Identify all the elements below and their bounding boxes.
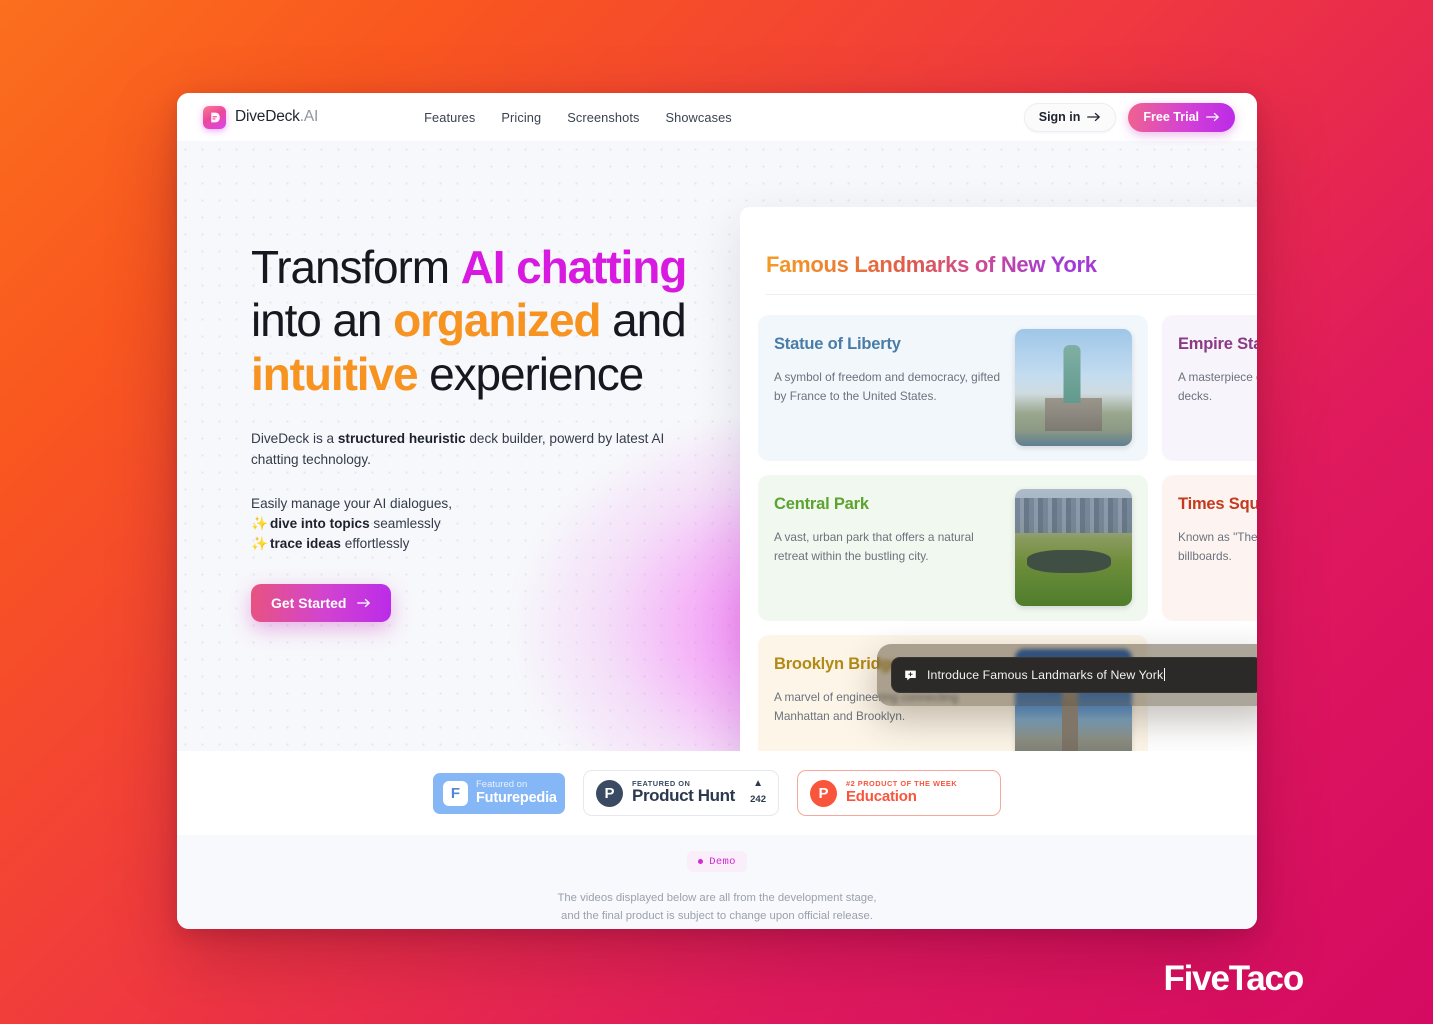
headline-line2-tail: and: [600, 294, 687, 347]
arrow-right-icon: [357, 598, 371, 607]
brand-name: DiveDeck.AI: [235, 108, 319, 125]
status-dot-icon: [698, 859, 704, 864]
nav-link-features[interactable]: Features: [424, 110, 475, 125]
headline-line2-plain: into an: [251, 294, 394, 347]
lead-part-a: DiveDeck is a: [251, 431, 338, 447]
get-started-label: Get Started: [271, 594, 347, 611]
product-hunt-logo-icon: P: [810, 779, 837, 807]
demo-section: Demo The videos displayed below are all …: [177, 835, 1257, 929]
sparkle-icon: ✨: [251, 535, 268, 551]
demo-note-line1: The videos displayed below are all from …: [557, 892, 877, 904]
bullet1-strong: dive into topics: [269, 516, 370, 532]
landmark-card[interactable]: Statue of Liberty A symbol of freedom an…: [758, 315, 1148, 461]
landmark-card[interactable]: Central Park A vast, urban park that off…: [758, 475, 1148, 621]
brand[interactable]: DiveDeck.AI: [203, 105, 319, 129]
product-hunt-big-label: Product Hunt: [632, 786, 735, 806]
sign-in-button[interactable]: Sign in: [1023, 102, 1117, 132]
card-description: Known as "The Crossroads of the World" f…: [1178, 530, 1257, 564]
badge-row: F Featured on Futurepedia P FEATURED ON …: [177, 751, 1257, 835]
text-caret: [1164, 668, 1166, 681]
navbar: DiveDeck.AI Features Pricing Screenshots…: [177, 93, 1257, 141]
futurepedia-logo-icon: F: [443, 780, 468, 806]
futurepedia-text: Featured on Futurepedia: [476, 778, 557, 807]
education-small-label: #2 PRODUCT OF THE WEEK: [846, 779, 958, 789]
preview-deck-title: Famous Landmarks of New York: [740, 207, 1097, 278]
demo-label: Demo: [709, 855, 736, 868]
arrow-right-icon: [1206, 112, 1219, 122]
page-title: Transform AI chatting into an organized …: [251, 241, 731, 401]
card-title: Empire State Building: [1178, 335, 1257, 353]
upvote-triangle-icon: ▲: [753, 778, 764, 790]
hero-lead-paragraph: DiveDeck is a structured heuristic deck …: [251, 429, 706, 470]
card-description: A vast, urban park that offers a natural…: [774, 530, 974, 564]
card-title: Statue of Liberty: [774, 335, 901, 353]
card-body: Statue of Liberty A symbol of freedom an…: [774, 329, 1001, 406]
nav-link-showcases[interactable]: Showcases: [665, 110, 731, 125]
nav-links: Features Pricing Screenshots Showcases: [424, 110, 732, 125]
bullet2-rest: effortlessly: [340, 535, 410, 551]
demo-note: The videos displayed below are all from …: [557, 889, 876, 926]
card-title: Times Square: [1178, 495, 1257, 513]
bullet2-strong: trace ideas: [269, 535, 341, 551]
product-hunt-text: FEATURED ON Product Hunt: [632, 779, 741, 807]
product-hunt-vote-count[interactable]: ▲ 242: [750, 779, 766, 806]
nav-actions: Sign in Free Trial: [1023, 102, 1235, 132]
futurepedia-big-label: Futurepedia: [476, 789, 557, 806]
futurepedia-badge[interactable]: F Featured on Futurepedia: [433, 772, 565, 814]
card-body: Times Square Known as "The Crossroads of…: [1178, 489, 1257, 566]
futurepedia-small-label: Featured on: [476, 778, 528, 790]
card-description: A symbol of freedom and democracy, gifte…: [774, 370, 1001, 404]
card-title: Central Park: [774, 495, 869, 513]
headline-line3-tail: experience: [417, 347, 644, 400]
app-window: DiveDeck.AI Features Pricing Screenshots…: [177, 93, 1257, 929]
bullet1-rest: seamlessly: [369, 516, 441, 532]
landmark-card[interactable]: Empire State Building A masterpiece of a…: [1162, 315, 1257, 461]
fivetaco-watermark: FiveTaco: [1163, 959, 1304, 998]
landmark-card[interactable]: Times Square Known as "The Crossroads of…: [1162, 475, 1257, 621]
command-bar-overlay: Introduce Famous Landmarks of New York: [877, 644, 1257, 706]
education-big-label: Education: [846, 788, 917, 806]
sparkle-icon: ✨: [251, 516, 268, 532]
chat-bubble-icon: [905, 670, 916, 680]
card-description: A masterpiece of art deco, known for its…: [1178, 370, 1257, 404]
free-trial-label: Free Trial: [1143, 110, 1199, 124]
card-body: Central Park A vast, urban park that off…: [774, 489, 1001, 566]
headline-ai-chatting: AI chatting: [460, 241, 688, 293]
product-hunt-badge[interactable]: P FEATURED ON Product Hunt ▲ 242: [583, 770, 779, 816]
headline-organized: organized: [393, 294, 601, 347]
lead-strong: structured heuristic: [337, 431, 466, 447]
hero-section: Transform AI chatting into an organized …: [177, 141, 1257, 751]
free-trial-button[interactable]: Free Trial: [1128, 102, 1235, 132]
headline-intuitive: intuitive: [251, 347, 419, 400]
central-park-thumbnail: [1015, 489, 1132, 606]
product-hunt-logo-icon: P: [596, 779, 623, 807]
upvote-number: 242: [750, 793, 766, 805]
command-input-text: Introduce Famous Landmarks of New York: [927, 668, 1166, 682]
card-body: Empire State Building A masterpiece of a…: [1178, 329, 1257, 406]
nav-link-pricing[interactable]: Pricing: [501, 110, 541, 125]
demo-badge: Demo: [687, 851, 747, 872]
statue-of-liberty-thumbnail: [1015, 329, 1132, 446]
get-started-button[interactable]: Get Started: [251, 583, 392, 622]
command-input[interactable]: Introduce Famous Landmarks of New York: [891, 657, 1257, 693]
arrow-right-icon: [1087, 112, 1101, 122]
education-text: #2 PRODUCT OF THE WEEK Education: [846, 779, 958, 806]
sign-in-label: Sign in: [1038, 110, 1081, 124]
divedeck-logo-icon: [203, 105, 226, 129]
nav-link-screenshots[interactable]: Screenshots: [567, 110, 639, 125]
education-badge[interactable]: P #2 PRODUCT OF THE WEEK Education: [797, 770, 1001, 816]
headline-line1-plain: Transform: [251, 241, 461, 293]
demo-note-line2: and the final product is subject to chan…: [561, 910, 873, 923]
